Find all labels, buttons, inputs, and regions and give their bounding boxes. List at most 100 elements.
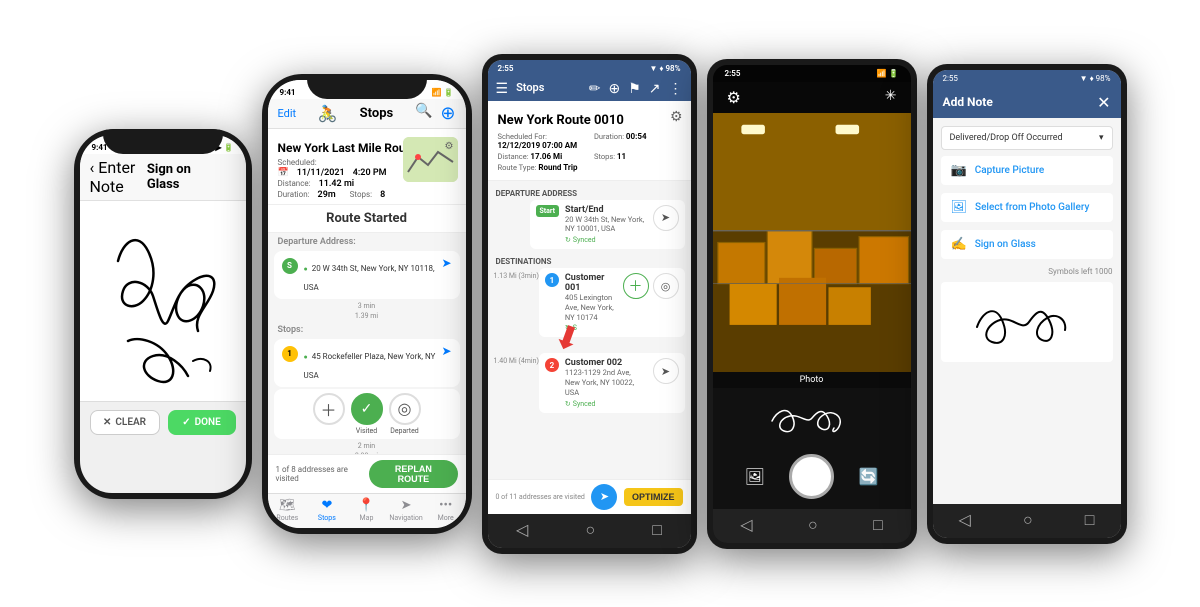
dist1-label: 3 min bbox=[268, 301, 466, 311]
gallery-icon[interactable]: 🖼 bbox=[745, 467, 765, 486]
destinations-section: Destinations bbox=[494, 253, 685, 268]
phone1-bottom-bar: ✕ CLEAR ✓ DONE bbox=[80, 401, 246, 443]
gallery-option-icon: 🖼 bbox=[951, 200, 968, 215]
phone5-status: 2:55 ▼ ♦ 98% bbox=[933, 70, 1121, 87]
done-button[interactable]: ✓ DONE bbox=[168, 410, 236, 435]
phone-ios-stops: 9:41 📶 🔋 Edit 🚴 Stops 🔍 ⊕ New York Last … bbox=[262, 74, 472, 534]
navigate-btn-start[interactable]: ➤ bbox=[653, 205, 679, 231]
phone2-nav-title: Stops bbox=[360, 106, 394, 121]
back-button[interactable]: ‹ Enter Note bbox=[90, 158, 147, 196]
toolbar-right-icons: ✏ ⊕ ⚑ ↗ ⋮ bbox=[589, 81, 683, 97]
navigate-icon-1[interactable]: ➤ bbox=[441, 344, 451, 358]
start-stop-info: Start/End 20 W 34th St, New York, NY 100… bbox=[565, 205, 646, 245]
search-icon[interactable]: 🔍 bbox=[415, 103, 432, 124]
stop-item-start: S ● 20 W 34th St, New York, NY 10118, US… bbox=[274, 251, 460, 299]
phone5-time: 2:55 bbox=[943, 74, 958, 83]
select-gallery-option[interactable]: 🖼 Select from Photo Gallery bbox=[941, 193, 1113, 222]
phone2-navbar: Edit 🚴 Stops 🔍 ⊕ bbox=[268, 99, 466, 129]
tab-map[interactable]: 📍 Map bbox=[347, 498, 387, 522]
camera-settings-icon[interactable]: ⚙ bbox=[727, 88, 741, 107]
chevron-down-icon: ▾ bbox=[1099, 133, 1104, 143]
recent-btn-p5[interactable]: □ bbox=[1085, 510, 1095, 530]
fingerprint-icon[interactable]: ◎ bbox=[389, 393, 421, 425]
fingerprint-btn[interactable]: ◎ bbox=[653, 273, 679, 299]
replan-route-button[interactable]: REPLAN ROUTE bbox=[369, 460, 457, 488]
add-action-android[interactable]: ＋ bbox=[623, 273, 649, 299]
phone3-toolbar: ☰ Stops ✏ ⊕ ⚑ ↗ ⋮ bbox=[488, 77, 691, 101]
dist1-col: 1.13 Mi (3min) bbox=[494, 268, 539, 280]
gear-icon[interactable]: ⚙ bbox=[670, 109, 683, 125]
back-btn-p4[interactable]: ◁ bbox=[740, 515, 752, 535]
shutter-button[interactable] bbox=[789, 454, 834, 499]
customer2-card: 2 Customer 002 1123-1129 2nd Ave, New Yo… bbox=[539, 353, 685, 412]
recent-nav-btn[interactable]: □ bbox=[652, 520, 662, 540]
phone4-inner: 2:55 📶 🔋 ⚙ ✳ bbox=[713, 65, 911, 543]
phone4-status: 2:55 📶 🔋 bbox=[713, 65, 911, 82]
back-btn-p5[interactable]: ◁ bbox=[959, 510, 971, 530]
warehouse-scene bbox=[713, 113, 911, 372]
edit-icon[interactable]: ✏ bbox=[589, 81, 601, 97]
hamburger-icon[interactable]: ☰ bbox=[496, 81, 509, 97]
meta-route-type: Route Type: Round Trip bbox=[498, 163, 585, 172]
phone-camera: 2:55 📶 🔋 ⚙ ✳ bbox=[707, 59, 917, 549]
tab-navigation[interactable]: ➤ Navigation bbox=[386, 498, 426, 522]
add-note-header: Add Note ✕ bbox=[933, 87, 1121, 118]
phone1-nav: ‹ Enter Note Sign on Glass bbox=[80, 154, 246, 201]
phone5-bottom-nav: ◁ ○ □ bbox=[933, 504, 1121, 538]
recent-btn-p4[interactable]: □ bbox=[873, 515, 883, 535]
stop1-actions: ＋ ✓ Visited ◎ Departed bbox=[274, 389, 460, 439]
ios-tab-bar: 🗺 Routes ❤ Stops 📍 Map ➤ Navigation ••• bbox=[268, 493, 466, 528]
visited-label: Visited bbox=[356, 427, 377, 435]
navigate-arrow-btn[interactable]: ➤ bbox=[591, 484, 617, 510]
tab-more[interactable]: ••• More bbox=[426, 498, 466, 522]
flip-camera-icon[interactable]: 🔄 bbox=[858, 467, 878, 486]
navigate-icon-start[interactable]: ➤ bbox=[441, 256, 451, 270]
add-icon[interactable]: ⊕ bbox=[440, 103, 455, 124]
customer1-actions: ＋ ◎ bbox=[623, 273, 679, 299]
add-action-btn[interactable]: ＋ bbox=[313, 393, 345, 435]
note-type-dropdown[interactable]: Delivered/Drop Off Occurred ▾ bbox=[941, 126, 1113, 150]
stops-scroll-area[interactable]: Departure Address: S ● 20 W 34th St, New… bbox=[268, 233, 466, 454]
start-address: ● 20 W 34th St, New York, NY 10118, USA bbox=[304, 256, 436, 294]
note-signature-svg bbox=[967, 292, 1087, 352]
meta-stops: Stops: 11 bbox=[594, 152, 681, 161]
phone3-status-icons: ▼ ♦ 98% bbox=[649, 64, 680, 73]
phone5-inner: 2:55 ▼ ♦ 98% Add Note ✕ Delivered/Drop O… bbox=[933, 70, 1121, 538]
optimize-button[interactable]: OPTIMIZE bbox=[624, 488, 683, 506]
tab-routes[interactable]: 🗺 Routes bbox=[268, 498, 308, 522]
settings-icon[interactable]: ⚙ bbox=[445, 141, 454, 152]
sign-glass-option[interactable]: ✍ Sign on Glass bbox=[941, 230, 1113, 259]
camera-option-icon: 📷 bbox=[951, 163, 967, 178]
capture-picture-option[interactable]: 📷 Capture Picture bbox=[941, 156, 1113, 185]
start-stop-actions: ➤ bbox=[653, 205, 679, 231]
share-icon[interactable]: ↗ bbox=[649, 81, 661, 97]
home-btn-p4[interactable]: ○ bbox=[808, 515, 818, 535]
customer2-badge: 2 bbox=[545, 358, 559, 372]
note-signature-area[interactable] bbox=[941, 282, 1113, 362]
scheduled-val: 12/12/2019 07:00 AM bbox=[498, 141, 578, 150]
phone3-inner: 2:55 ▼ ♦ 98% ☰ Stops ✏ ⊕ ⚑ ↗ ⋮ New York … bbox=[488, 60, 691, 548]
close-button[interactable]: ✕ bbox=[1097, 93, 1110, 112]
visited-action-btn[interactable]: ✓ Visited bbox=[351, 393, 383, 435]
gallery-label: Select from Photo Gallery bbox=[975, 202, 1089, 213]
signature-area[interactable] bbox=[80, 201, 246, 401]
home-btn-p5[interactable]: ○ bbox=[1023, 510, 1033, 530]
visited-check-icon[interactable]: ✓ bbox=[351, 393, 383, 425]
add-circle-icon[interactable]: ＋ bbox=[313, 393, 345, 425]
phone-add-note: 2:55 ▼ ♦ 98% Add Note ✕ Delivered/Drop O… bbox=[927, 64, 1127, 544]
departed-action-btn[interactable]: ◎ Departed bbox=[389, 393, 421, 435]
customer2-info: Customer 002 1123-1129 2nd Ave, New York… bbox=[565, 358, 647, 407]
more-vert-icon[interactable]: ⋮ bbox=[669, 81, 683, 97]
tab-stops[interactable]: ❤ Stops bbox=[307, 498, 347, 522]
add-stop-icon[interactable]: ⊕ bbox=[608, 81, 620, 97]
back-nav-btn[interactable]: ◁ bbox=[516, 520, 528, 539]
edit-button[interactable]: Edit bbox=[278, 107, 297, 120]
flash-icon[interactable]: ✳ bbox=[885, 88, 897, 107]
navigate-btn-c2[interactable]: ➤ bbox=[653, 358, 679, 384]
clear-button[interactable]: ✕ CLEAR bbox=[90, 410, 160, 435]
home-nav-btn[interactable]: ○ bbox=[585, 520, 595, 540]
flag-icon[interactable]: ⚑ bbox=[628, 81, 641, 97]
synced-badge: ↻ Synced bbox=[565, 236, 646, 244]
android-stop-list[interactable]: Departure Address Start Start/End 20 W 3… bbox=[488, 181, 691, 479]
capture-label: Capture Picture bbox=[975, 165, 1045, 176]
